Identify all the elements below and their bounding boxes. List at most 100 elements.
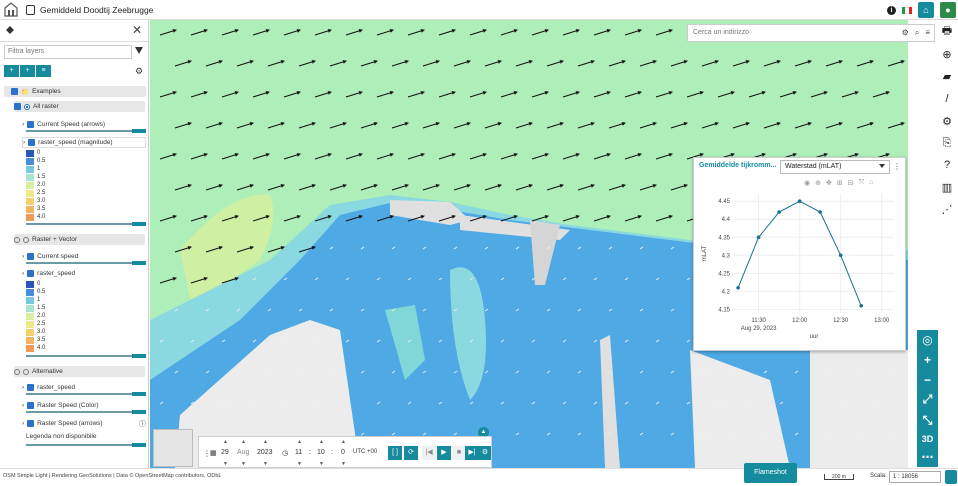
chart-series-select[interactable]: Waterstad (mLAT) <box>780 160 890 174</box>
add-group-button[interactable]: + <box>20 65 35 77</box>
chart-popup: Gemiddelde tijkromm... Waterstad (mLAT) … <box>693 157 906 351</box>
year-value[interactable]: 2023 <box>257 449 273 456</box>
minute-up-icon[interactable]: ▲ <box>319 439 324 445</box>
opacity-slider[interactable] <box>26 261 146 265</box>
reset-icon[interactable]: ⌂ <box>869 179 873 187</box>
opacity-slider[interactable] <box>26 222 146 226</box>
zoom-out-button[interactable]: − <box>917 373 938 387</box>
pan-icon[interactable]: ✥ <box>826 179 832 187</box>
sync-button[interactable]: ⟳ <box>404 446 418 460</box>
settings-icon[interactable]: ⚙ <box>940 114 954 128</box>
layer-item-raster-speed-magnitude[interactable]: › raster_speed (magnitude) <box>22 137 146 148</box>
zoom-in-icon[interactable]: ⊞ <box>837 179 843 187</box>
user-button[interactable]: ● <box>940 2 956 18</box>
flameshot-button[interactable]: Flameshot <box>744 463 797 483</box>
year-up-icon[interactable]: ▲ <box>263 439 268 445</box>
book-icon[interactable]: ▥ <box>940 180 954 194</box>
hour-up-icon[interactable]: ▲ <box>297 439 302 445</box>
menu-icon[interactable]: ≡ <box>925 28 930 38</box>
expand-icon[interactable]: ⤡ <box>917 413 938 428</box>
3d-button[interactable]: 3D <box>917 434 938 444</box>
month-up-icon[interactable]: ▲ <box>241 439 246 445</box>
opacity-slider[interactable] <box>26 354 146 358</box>
minute-down-icon[interactable]: ▼ <box>319 461 324 467</box>
month-value[interactable]: Aug <box>237 449 249 456</box>
info-icon[interactable]: ⓘ <box>139 419 146 429</box>
opacity-slider[interactable] <box>26 443 146 447</box>
legend-swatch <box>26 344 34 352</box>
manage-button[interactable]: ≡ <box>36 65 51 77</box>
filter-icon[interactable] <box>135 47 143 54</box>
layer-item-raster-speed-color[interactable]: › Raster Speed (Color) <box>22 400 146 411</box>
map-icon <box>26 5 35 15</box>
app-logo[interactable] <box>4 2 18 17</box>
camera-icon[interactable]: ◉ <box>804 179 810 187</box>
filter-layers-input[interactable]: Filtra layers <box>4 45 132 59</box>
minute-value[interactable]: 10 <box>317 449 325 456</box>
second-up-icon[interactable]: ▲ <box>341 439 346 445</box>
x-tick-sublabel: Aug 29, 2023 <box>741 326 777 332</box>
measure-icon[interactable]: / <box>940 92 954 106</box>
layer-group-all-raster[interactable]: All raster <box>14 101 145 112</box>
search-icon[interactable]: ⌕ <box>915 28 919 38</box>
calendar-icon[interactable]: ▦ <box>210 449 217 457</box>
add-layer-button[interactable]: + <box>4 65 19 77</box>
search-input[interactable]: Cerca un indirizzo ⚙ ⌕ ≡ <box>687 24 935 42</box>
opacity-slider[interactable] <box>26 392 146 396</box>
more-icon[interactable]: ⋯ <box>917 450 938 464</box>
legend-swatch <box>26 205 34 213</box>
play-button[interactable]: ▶ <box>437 446 451 460</box>
gear-icon[interactable]: ⚙ <box>902 28 909 38</box>
hour-down-icon[interactable]: ▼ <box>297 461 302 467</box>
settings-icon[interactable]: ⚙ <box>135 66 143 77</box>
layer-item-current-speed[interactable]: › Current speed <box>22 251 146 262</box>
kebab-menu-icon[interactable]: ⋮ <box>893 162 901 171</box>
autoscale-icon[interactable]: ⤧ <box>859 179 865 187</box>
timeline-settings-button[interactable]: ⚙ <box>479 446 491 460</box>
help-icon[interactable]: ? <box>940 158 954 172</box>
layer-group-raster-vector[interactable]: Raster + Vector <box>14 234 145 245</box>
language-flag-icon[interactable] <box>902 6 912 14</box>
graph-icon[interactable]: ⋰ <box>940 202 954 216</box>
year-down-icon[interactable]: ▼ <box>263 461 268 467</box>
layer-item-raster-speed[interactable]: › raster_speed <box>22 268 146 279</box>
background-thumbnail[interactable] <box>153 429 193 467</box>
zoom-out-icon[interactable]: ⊟ <box>848 179 854 187</box>
stop-button[interactable]: ■ <box>452 446 466 460</box>
day-up-icon[interactable]: ▲ <box>223 439 228 445</box>
second-value[interactable]: 0 <box>341 449 345 456</box>
data-point <box>838 253 843 258</box>
range-button[interactable]: [ ] <box>388 446 402 460</box>
layer-group-examples[interactable]: 📁 Examples <box>4 86 146 97</box>
legend-swatch <box>26 189 34 197</box>
fullscreen-icon[interactable]: ⤢ <box>917 392 938 407</box>
layer-item-current-speed-arrows[interactable]: › Current Speed (arrows) <box>22 119 146 130</box>
day-value[interactable]: 29 <box>221 449 229 456</box>
close-icon[interactable]: ✕ <box>132 23 142 37</box>
folder-icon[interactable]: ▰ <box>940 69 954 83</box>
print-icon[interactable]: 🖶 <box>940 24 954 38</box>
zoom-icon[interactable]: ⊕ <box>815 179 821 187</box>
bottom-right-button[interactable] <box>945 470 957 484</box>
day-down-icon[interactable]: ▼ <box>223 461 228 467</box>
compass-icon[interactable]: ◎ <box>917 333 938 347</box>
step-forward-button[interactable]: ▶| <box>465 446 479 460</box>
layer-group-alternative[interactable]: Alternative <box>14 366 145 377</box>
zoom-in-button[interactable]: + <box>917 353 938 367</box>
second-down-icon[interactable]: ▼ <box>341 461 346 467</box>
layer-label: Raster Speed (arrows) <box>37 420 103 427</box>
month-down-icon[interactable]: ▼ <box>241 461 246 467</box>
import-icon[interactable]: ⊕ <box>940 47 954 61</box>
scale-select[interactable]: 1 : 18056 <box>889 471 941 483</box>
opacity-slider[interactable] <box>26 410 146 414</box>
step-back-button[interactable]: |◀ <box>422 446 436 460</box>
legend-swatch <box>26 320 34 328</box>
layer-item-raster-speed-alt[interactable]: › raster_speed <box>22 382 146 393</box>
app-title: Gemiddeld Doodtij Zeebrugge <box>40 5 154 15</box>
share-icon[interactable]: ⎘ <box>940 136 954 150</box>
home-button[interactable]: ⌂ <box>918 2 934 18</box>
info-icon[interactable]: i <box>887 5 896 15</box>
hour-value[interactable]: 11 <box>295 449 302 456</box>
opacity-slider[interactable] <box>26 129 146 133</box>
layer-item-raster-speed-arrows[interactable]: › Raster Speed (arrows) ⓘ <box>22 418 146 429</box>
